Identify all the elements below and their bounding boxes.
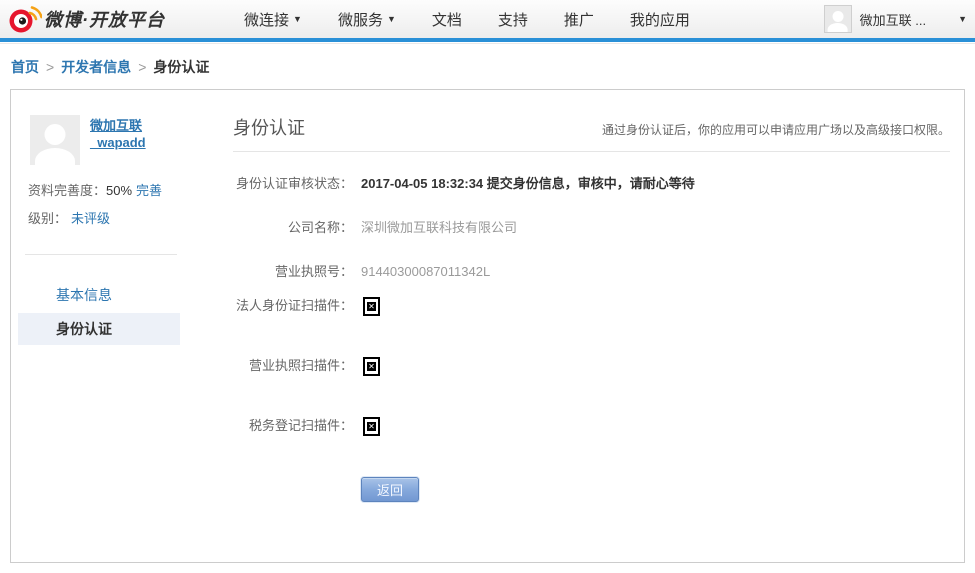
weibo-eye-icon [8,3,42,35]
nav-item-weifuwu[interactable]: 微服务 ▼ [338,9,396,30]
breadcrumb-home-link[interactable]: 首页 [11,57,39,77]
field-row-audit-status: 身份认证审核状态： 2017-04-05 18:32:34 提交身份信息，审核中… [233,175,950,193]
level-label: 级别： [28,211,67,226]
profile-summary: 微加互联 _wapadd [30,115,181,165]
breadcrumb: 首页 > 开发者信息 > 身份认证 [0,44,975,89]
company-name-value: 深圳微加互联科技有限公司 [361,219,517,237]
nav-item-docs[interactable]: 文档 [432,9,462,30]
nav-item-promotion[interactable]: 推广 [564,9,594,30]
page-note: 通过身份认证后，你的应用可以申请应用广场以及高级接口权限。 [602,121,950,140]
broken-image-icon[interactable]: ✕ [363,417,380,436]
broken-image-icon[interactable]: ✕ [363,357,380,376]
nav-label: 支持 [498,9,528,30]
logo-text: 微博·开放平台 [44,6,165,32]
nav-label: 我的应用 [630,9,690,30]
broken-image-icon[interactable]: ✕ [363,297,380,316]
profile-avatar [30,115,80,165]
field-row-legal-id-scan: 法人身份证扫描件： ✕ [233,297,950,316]
user-name: 微加互联 ... [860,10,926,29]
user-account-menu[interactable]: 微加互联 ... ▼ [824,0,967,38]
field-label: 公司名称： [233,219,353,237]
chevron-down-icon: ▼ [387,15,396,24]
field-row-license-number: 营业执照号： 91440300087011342L [233,263,950,281]
button-row: 返回 [361,477,950,502]
complete-profile-link[interactable]: 完善 [136,183,162,198]
page-title: 身份认证 [233,114,305,140]
verification-form: 身份认证审核状态： 2017-04-05 18:32:34 提交身份信息，审核中… [233,175,950,502]
nav-label: 微服务 [338,9,383,30]
field-row-company-name: 公司名称： 深圳微加互联科技有限公司 [233,219,950,237]
profile-name-line1[interactable]: 微加互联 [90,118,142,133]
nav-label: 微连接 [244,9,289,30]
field-label: 营业执照扫描件： [233,357,353,375]
nav-item-weilianjie[interactable]: 微连接 ▼ [244,9,302,30]
field-label: 法人身份证扫描件： [233,297,353,315]
nav-item-my-apps[interactable]: 我的应用 [630,9,690,30]
title-divider [233,151,950,152]
profile-name-line2[interactable]: _wapadd [90,135,146,150]
field-label: 税务登记扫描件： [233,417,353,435]
avatar-silhouette [832,11,843,22]
top-navigation-bar: 微博·开放平台 微连接 ▼ 微服务 ▼ 文档 支持 推广 我的应用 微加互联 .… [0,0,975,38]
field-label: 身份认证审核状态： [233,175,353,193]
level-value-link[interactable]: 未评级 [71,211,110,226]
content-panel: 微加互联 _wapadd 资料完善度：50% 完善 级别： 未评级 基本信息 身份认… [10,89,965,563]
profile-completeness: 资料完善度：50% 完善 [28,180,181,199]
main-content: 身份认证 通过身份认证后，你的应用可以申请应用广场以及高级接口权限。 身份认证审… [181,90,964,562]
breadcrumb-separator: > [138,59,146,75]
completeness-value: 50% [106,183,132,198]
breadcrumb-separator: > [46,59,54,75]
chevron-down-icon[interactable]: ▼ [958,14,967,24]
breadcrumb-current: 身份认证 [153,57,209,77]
profile-level: 级别： 未评级 [28,208,181,227]
weibo-logo[interactable]: 微博·开放平台 [0,3,244,35]
field-label: 营业执照号： [233,263,353,281]
sidebar-item-identity-verification[interactable]: 身份认证 [18,313,180,345]
main-nav: 微连接 ▼ 微服务 ▼ 文档 支持 推广 我的应用 [244,9,690,30]
field-row-tax-registration-scan: 税务登记扫描件： ✕ [233,417,950,436]
audit-status-value: 2017-04-05 18:32:34 提交身份信息，审核中，请耐心等待 [361,175,695,193]
field-row-business-license-scan: 营业执照扫描件： ✕ [233,357,950,376]
main-header: 身份认证 通过身份认证后，你的应用可以申请应用广场以及高级接口权限。 [233,114,950,140]
profile-name-link[interactable]: 微加互联 _wapadd [90,115,146,165]
chevron-down-icon: ▼ [293,15,302,24]
completeness-label: 资料完善度： [28,183,106,198]
nav-label: 推广 [564,9,594,30]
nav-label: 文档 [432,9,462,30]
sidebar-menu: 基本信息 身份认证 [11,279,181,345]
user-avatar [824,5,852,33]
breadcrumb-developer-info-link[interactable]: 开发者信息 [61,57,131,77]
nav-item-support[interactable]: 支持 [498,9,528,30]
sidebar-divider [25,254,177,255]
license-number-value: 91440300087011342L [361,263,490,281]
back-button[interactable]: 返回 [361,477,419,502]
avatar-silhouette [45,124,66,145]
sidebar-item-basic-info[interactable]: 基本信息 [18,279,180,311]
sidebar: 微加互联 _wapadd 资料完善度：50% 完善 级别： 未评级 基本信息 身份认… [11,90,181,562]
